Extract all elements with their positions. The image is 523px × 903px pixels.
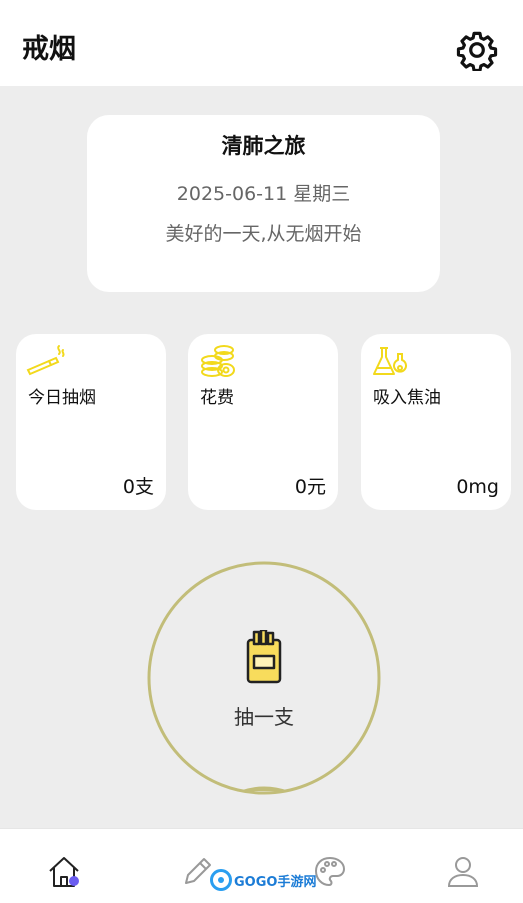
cigarette-pack-icon [246,630,282,684]
stat-value: 0mg [456,476,499,498]
palette-icon[interactable] [313,855,347,889]
smoke-one-button[interactable]: 抽一支 [146,560,382,796]
flask-icon [373,347,407,375]
app-header: 戒烟 [0,0,523,86]
bottom-tab-bar: GOGO手游网 [0,828,523,903]
stat-value: 0支 [122,476,154,498]
page-title: 戒烟 [22,34,76,65]
user-icon[interactable] [446,855,480,889]
smoke-one-label: 抽一支 [234,705,294,729]
gear-icon[interactable] [456,29,498,71]
watermark-logo: GOGO手游网 [210,869,316,891]
stat-value: 0元 [294,476,326,498]
stat-card-tar[interactable]: 吸入焦油 0mg [361,334,511,510]
watermark-text: GOGO手游网 [234,874,317,890]
watermark-icon [210,869,232,891]
stat-label: 花费 [200,388,234,408]
journey-title: 清肺之旅 [221,134,306,158]
pencil-icon[interactable] [180,855,214,889]
journey-card: 清肺之旅 2025-06-11 星期三 美好的一天,从无烟开始 [87,115,440,292]
stat-card-cigarettes[interactable]: 今日抽烟 0支 [16,334,166,510]
stat-label: 吸入焦油 [373,388,441,408]
home-icon[interactable] [47,855,81,889]
current-date: 2025-06-11 星期三 [176,183,351,205]
cigarette-icon [26,345,65,376]
motto-text: 美好的一天,从无烟开始 [165,223,362,245]
coins-icon [201,345,235,377]
stat-card-cost[interactable]: 花费 0元 [188,334,338,510]
stat-label: 今日抽烟 [28,388,96,408]
